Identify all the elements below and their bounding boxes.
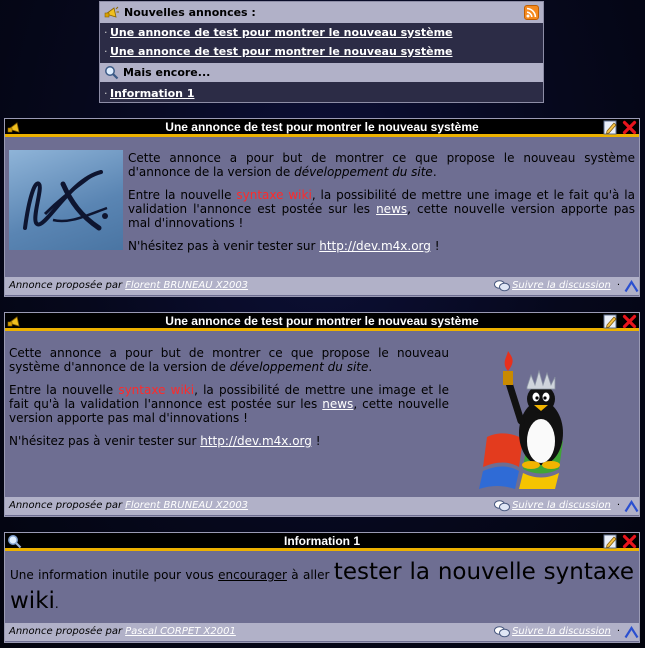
news-link[interactable]: news [376,202,407,216]
wiki-syntax-text: syntaxe wiki [118,383,195,397]
up-arrow-icon[interactable] [624,499,639,513]
wiki-syntax-text: syntaxe wiki [236,188,312,202]
dev-site-link[interactable]: http://dev.m4x.org [319,239,431,253]
rss-icon[interactable] [524,5,539,20]
panel-footer: Annonce proposée par Pascal CORPET X2001… [5,623,639,641]
more-header: Mais encore... [100,63,543,82]
announcement-panel-1: Une annonce de test pour montrer le nouv… [4,118,640,297]
news-link-1[interactable]: Une annonce de test pour montrer le nouv… [110,26,453,39]
panel-body: Cette annonce a pour but de montrer ce q… [5,137,639,295]
dev-site-link[interactable]: http://dev.m4x.org [200,434,312,448]
up-arrow-icon[interactable] [624,279,639,293]
megaphone-icon [104,6,119,18]
delete-icon[interactable] [622,534,637,549]
author-link[interactable]: Florent BRUNEAU X2003 [125,279,248,293]
delete-icon[interactable] [622,120,637,135]
panel-title: Information 1 [283,533,360,548]
encourage-text: encourager [218,568,287,582]
news-item: · Information 1 [104,87,195,100]
edit-icon[interactable] [603,314,618,329]
news-header: Nouvelles annonces : [100,2,543,23]
author-link[interactable]: Florent BRUNEAU X2003 [125,499,248,513]
information-panel: Information 1 Une information inutile po… [4,532,640,643]
panel-body: Cette annonce a pour but de montrer ce q… [5,331,639,515]
speech-bubbles-icon [494,280,511,292]
follow-discussion-link[interactable]: Suivre la discussion [494,499,611,513]
tux-windows-image [479,351,563,489]
panel-title: Une annonce de test pour montrer le nouv… [165,119,479,134]
panel-footer: Annonce proposée par Florent BRUNEAU X20… [5,497,639,515]
panel-header: Information 1 [5,533,639,551]
megaphone-icon [7,122,20,133]
info-link-1[interactable]: Information 1 [110,87,194,100]
edit-icon[interactable] [603,120,618,135]
news-item: · Une annonce de test pour montrer le no… [104,45,453,58]
announcement-panel-2: Une annonce de test pour montrer le nouv… [4,312,640,517]
author-link[interactable]: Pascal CORPET X2001 [125,625,236,639]
more-label: Mais encore... [123,66,211,79]
magnifier-icon [105,66,119,80]
panel-header: Une annonce de test pour montrer le nouv… [5,119,639,137]
edit-icon[interactable] [603,534,618,549]
news-box: Nouvelles annonces : · Une annonce de te… [99,1,544,103]
megaphone-icon [7,316,20,327]
up-arrow-icon[interactable] [624,625,639,639]
follow-discussion-link[interactable]: Suivre la discussion [494,625,611,639]
news-header-label: Nouvelles annonces : [124,6,256,19]
follow-discussion-link[interactable]: Suivre la discussion [494,279,611,293]
m4x-logo [9,150,123,250]
speech-bubbles-icon [494,626,511,638]
magnifier-icon [8,535,22,549]
news-link-2[interactable]: Une annonce de test pour montrer le nouv… [110,45,453,58]
news-link[interactable]: news [322,397,353,411]
panel-title: Une annonce de test pour montrer le nouv… [165,313,479,328]
panel-header: Une annonce de test pour montrer le nouv… [5,313,639,331]
panel-footer: Annonce proposée par Florent BRUNEAU X20… [5,277,639,295]
speech-bubbles-icon [494,500,511,512]
delete-icon[interactable] [622,314,637,329]
panel-body: Une information inutile pour vous encour… [5,551,639,641]
news-item: · Une annonce de test pour montrer le no… [104,26,453,39]
